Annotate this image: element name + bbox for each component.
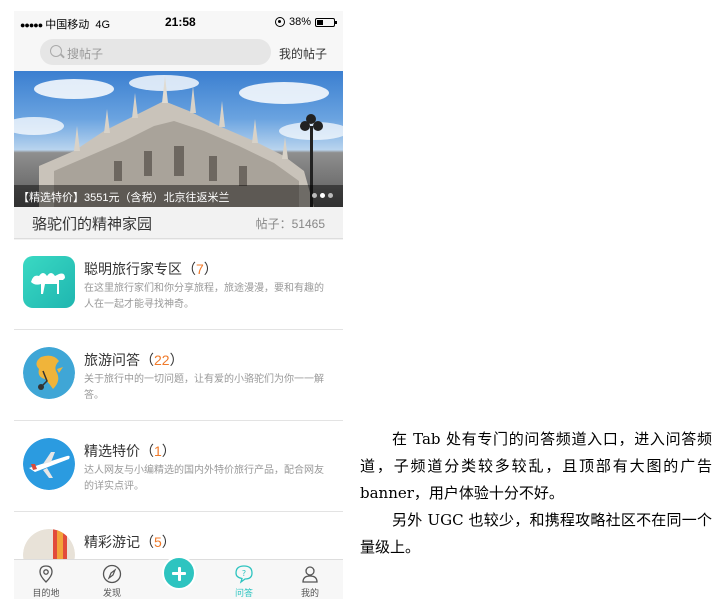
tab-bar: 目的地 发现 ? 问答 我的 <box>14 556 343 599</box>
network-type: 4G <box>95 19 111 31</box>
commentary-paragraph: 在 Tab 处有专门的问答频道入口，进入问答频道，子频道分类较多较乱，且顶部有大… <box>360 430 712 502</box>
search-placeholder: 搜帖子 <box>67 47 104 61</box>
search-input[interactable]: 搜帖子 <box>40 39 271 65</box>
ad-banner[interactable]: 【精选特价】3551元（含税）北京往返米兰 <box>14 71 343 207</box>
list-item[interactable]: 旅游问答（22） 关于旅行中的一切问题，让有爱的小骆驼们为你一一解答。 <box>14 331 343 421</box>
search-row: 搜帖子 我的帖子 <box>14 33 343 71</box>
tab-discover[interactable]: 发现 <box>87 560 137 599</box>
battery-icon <box>315 17 337 27</box>
item-title: 精彩游记（5） <box>84 534 176 550</box>
battery-percent: 38% <box>288 16 311 28</box>
commentary-text: 在 Tab 处有专门的问答频道入口，进入问答频道，子频道分类较多较乱，且顶部有大… <box>360 426 712 561</box>
item-desc: 在这里旅行家们和你分享旅程，旅途漫漫，要和有趣的人在一起才能寻找神奇。 <box>84 283 324 310</box>
battery-fill <box>317 19 323 25</box>
banner-caption: 【精选特价】3551元（含税）北京往返米兰 <box>18 192 230 204</box>
airplane-icon <box>23 438 75 490</box>
user-icon <box>302 566 318 583</box>
banner-caption-bar: 【精选特价】3551元（含税）北京往返米兰 <box>14 185 343 207</box>
battery-info: 38% <box>274 16 337 28</box>
orientation-lock-icon <box>274 17 285 27</box>
post-count: 帖子：51465 <box>255 217 325 231</box>
commentary-paragraph: 另外 UGC 也较少，和携程攻略社区不在同一个量级上。 <box>360 511 712 556</box>
camel-icon <box>23 256 75 308</box>
item-title: 聪明旅行家专区（7） <box>84 261 218 277</box>
pager-dot-active <box>320 193 325 198</box>
item-desc: 关于旅行中的一切问题，让有爱的小骆驼们为你一一解答。 <box>84 374 324 401</box>
pager-dot <box>312 193 317 198</box>
phone-screenshot: ●●●●● 中国移动 4G 21:58 38% 搜帖子 我的帖子 【精选特价】3… <box>14 11 343 599</box>
tab-label: 问答 <box>234 588 253 598</box>
tab-qa[interactable]: ? 问答 <box>219 560 269 599</box>
tab-label: 发现 <box>102 588 121 598</box>
list-item[interactable]: 精选特价（1） 达人网友与小编精选的国内外特价旅行产品，配合网友的详实点评。 <box>14 422 343 512</box>
tab-label: 我的 <box>300 588 319 598</box>
svg-text:?: ? <box>242 569 246 578</box>
signal-icon: ●●●●● <box>20 20 43 30</box>
carrier-info: ●●●●● 中国移动 4G <box>20 16 110 32</box>
pager-dot <box>328 193 333 198</box>
list-item[interactable]: 聪明旅行家专区（7） 在这里旅行家们和你分享旅程，旅途漫漫，要和有趣的人在一起才… <box>14 240 343 330</box>
banner-pager <box>312 193 333 198</box>
community-title: 骆驼们的精神家园 <box>32 216 153 233</box>
question-bubble-icon: ? <box>235 565 253 584</box>
item-count: 22 <box>154 352 170 368</box>
item-count: 7 <box>196 261 204 277</box>
forum-list: 聪明旅行家专区（7） 在这里旅行家们和你分享旅程，旅途漫漫，要和有趣的人在一起才… <box>14 240 343 581</box>
item-desc: 达人网友与小编精选的国内外特价旅行产品，配合网友的详实点评。 <box>84 465 324 492</box>
tab-destination[interactable]: 目的地 <box>21 560 71 599</box>
carrier-name: 中国移动 <box>45 19 90 31</box>
my-posts-link[interactable]: 我的帖子 <box>279 45 327 62</box>
compass-icon <box>102 564 122 584</box>
item-count: 5 <box>154 534 162 550</box>
search-icon <box>50 45 62 57</box>
add-post-button[interactable] <box>162 556 196 590</box>
item-title: 旅游问答（22） <box>84 352 184 368</box>
status-time: 21:58 <box>165 15 196 29</box>
tab-label: 目的地 <box>32 588 60 598</box>
location-pin-icon <box>39 565 53 583</box>
community-header: 骆驼们的精神家园 帖子：51465 <box>14 207 343 239</box>
item-title: 精选特价（1） <box>84 443 176 459</box>
tab-mine[interactable]: 我的 <box>285 560 335 599</box>
globe-icon <box>23 347 75 399</box>
item-count: 1 <box>154 443 162 459</box>
status-bar: ●●●●● 中国移动 4G 21:58 38% <box>14 11 343 33</box>
